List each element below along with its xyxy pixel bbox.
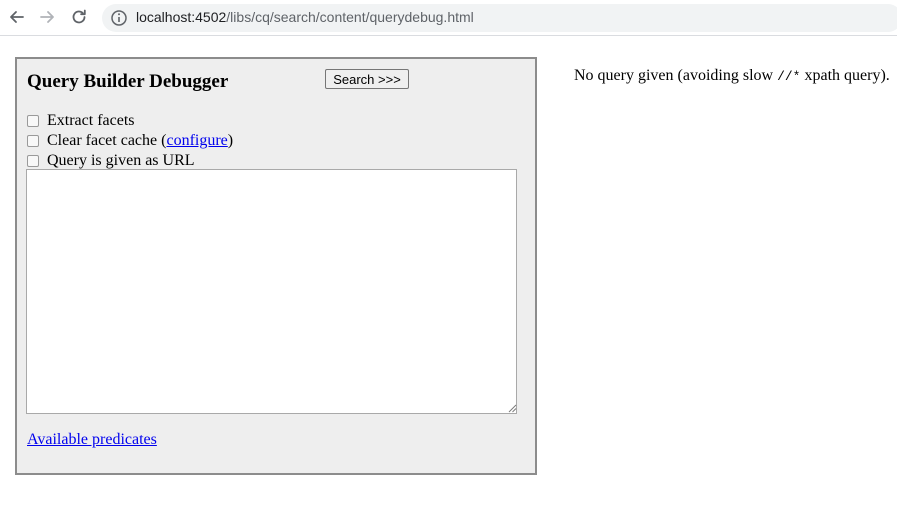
available-predicates-link[interactable]: Available predicates: [27, 431, 157, 449]
configure-link[interactable]: configure: [166, 132, 227, 150]
arrow-left-icon: [10, 11, 24, 23]
clear-facet-cache-checkbox[interactable]: [27, 135, 39, 147]
result-xpath-code: //*: [777, 69, 801, 84]
query-as-url-checkbox[interactable]: [27, 155, 39, 167]
page-title: Query Builder Debugger: [27, 71, 229, 92]
query-debugger-panel: Query Builder Debugger Search >>> Extrac…: [15, 57, 537, 475]
result-message: No query given (avoiding slow //* xpath …: [574, 67, 890, 85]
query-as-url-label: Query is given as URL: [47, 152, 195, 169]
forward-button[interactable]: [36, 6, 58, 28]
query-as-url-option: Query is given as URL: [27, 152, 195, 170]
extract-facets-label: Extract facets: [47, 112, 135, 129]
info-icon[interactable]: [110, 9, 128, 27]
clear-facet-cache-option: Clear facet cache (configure): [27, 132, 233, 150]
clear-facet-cache-label: Clear facet cache (: [47, 132, 167, 149]
reload-icon: [72, 9, 86, 24]
arrow-right-icon: [40, 11, 54, 23]
extract-facets-option: Extract facets: [27, 112, 135, 130]
browser-toolbar: localhost:4502/libs/cq/search/content/qu…: [0, 0, 897, 36]
clear-facet-cache-suffix: ): [227, 132, 234, 149]
extract-facets-checkbox[interactable]: [27, 115, 39, 127]
reload-button[interactable]: [68, 6, 90, 28]
url-text[interactable]: localhost:4502/libs/cq/search/content/qu…: [136, 9, 474, 25]
result-text-after: xpath query).: [800, 67, 890, 84]
query-textarea[interactable]: [26, 169, 517, 414]
result-text-before: No query given (avoiding slow: [574, 67, 778, 84]
url-path: /libs/cq/search/content/querydebug.html: [226, 9, 474, 25]
search-button[interactable]: Search >>>: [325, 69, 409, 89]
url-host: localhost:4502: [136, 9, 227, 25]
back-button[interactable]: [6, 6, 28, 28]
resize-handle-icon[interactable]: [507, 403, 517, 413]
